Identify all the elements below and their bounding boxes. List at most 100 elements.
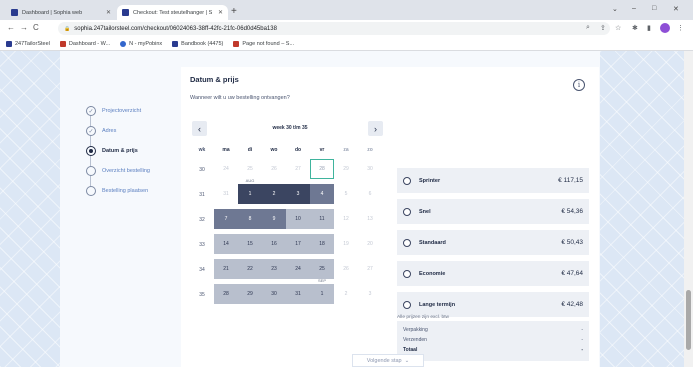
calendar-day[interactable]: 23: [262, 259, 286, 279]
calendar-day[interactable]: 15: [238, 234, 262, 254]
radio-button[interactable]: [403, 269, 411, 278]
search-icon[interactable]: ⌕: [586, 24, 590, 32]
step-projectoverzicht[interactable]: ✓ Projectoverzicht: [86, 101, 181, 121]
calendar-day-number: 8: [248, 216, 252, 222]
calendar-day[interactable]: 3: [286, 184, 310, 204]
extensions-icon[interactable]: ✱: [632, 24, 638, 32]
calendar-day-number: 29: [247, 291, 253, 297]
calendar-day[interactable]: 18: [310, 234, 334, 254]
next-step-label: Volgende stap: [366, 357, 402, 364]
shipping-option-name: Snel: [419, 208, 431, 215]
shipping-option-snel[interactable]: Snel € 54,36: [397, 199, 589, 224]
radio-button[interactable]: [403, 207, 411, 216]
star-icon[interactable]: ☆: [615, 24, 621, 32]
calendar-day[interactable]: 2: [262, 184, 286, 204]
calendar-day[interactable]: 28: [214, 284, 238, 304]
calendar-day[interactable]: 16: [262, 234, 286, 254]
step-bestelling-plaatsen[interactable]: Bestelling plaatsen: [86, 181, 181, 201]
week-number: 34: [199, 267, 205, 273]
calendar-day[interactable]: 28: [310, 159, 334, 179]
calendar-day-number: 25: [319, 266, 325, 272]
radio-button[interactable]: [403, 300, 411, 309]
radio-button[interactable]: [403, 176, 411, 185]
calendar-header-cell: wo: [270, 147, 278, 153]
bookmark-item[interactable]: Dashboard - W...: [59, 40, 110, 47]
calendar-day[interactable]: 11: [310, 209, 334, 229]
calendar-day-number: 1: [320, 291, 324, 297]
share-icon[interactable]: ⇪: [600, 24, 606, 32]
month-label: AUG: [245, 178, 255, 183]
calendar-day-number: 7: [224, 216, 228, 222]
calendar-day: 30: [358, 159, 382, 179]
calendar-day[interactable]: 1 SEP: [310, 278, 334, 304]
tab-close-icon[interactable]: ✕: [106, 9, 111, 16]
bookmark-icon: [59, 40, 66, 47]
shipping-option-standaard[interactable]: Standaard € 50,43: [397, 230, 589, 255]
calendar-day-number: 29: [343, 166, 349, 172]
calendar-day[interactable]: 9: [262, 209, 286, 229]
calendar-header-cell: do: [294, 147, 302, 153]
calendar-day[interactable]: 10: [286, 209, 310, 229]
calendar-day[interactable]: 21: [214, 259, 238, 279]
radio-button[interactable]: [403, 238, 411, 247]
scrollbar-thumb[interactable]: [686, 290, 691, 350]
calendar-day[interactable]: 29: [238, 284, 262, 304]
new-tab-button[interactable]: +: [231, 6, 237, 17]
calendar-day[interactable]: 1 AUG: [238, 178, 262, 204]
calendar-day[interactable]: 31: [286, 284, 310, 304]
calendar-day-number: 27: [295, 166, 301, 172]
calendar-day[interactable]: 17: [286, 234, 310, 254]
shipping-option-price: € 54,36: [561, 208, 583, 215]
maximize-button[interactable]: □: [652, 5, 656, 12]
bookmark-label: Page not found – S...: [242, 40, 295, 47]
tab-close-icon[interactable]: ✕: [218, 9, 223, 16]
lock-icon: 🔒: [64, 25, 71, 32]
shipping-option-name: Lange termijn: [419, 301, 456, 308]
calendar-day[interactable]: 25: [310, 259, 334, 279]
bookmark-item[interactable]: Page not found – S...: [233, 40, 295, 47]
calendar-next-button[interactable]: ›: [368, 121, 383, 136]
back-button[interactable]: ←: [7, 23, 15, 32]
menu-icon[interactable]: ⋮: [677, 24, 684, 32]
tab-search-icon[interactable]: ⌄: [612, 5, 618, 13]
favicon-icon: [122, 9, 129, 16]
calendar-day[interactable]: 30: [262, 284, 286, 304]
calendar-day-number: 9: [272, 216, 276, 222]
address-bar[interactable]: 🔒 sophia.247tailorsteel.com/checkout/060…: [58, 22, 610, 35]
forward-button[interactable]: →: [20, 23, 28, 32]
shipping-option-sprinter[interactable]: Sprinter € 117,15: [397, 168, 589, 193]
shipping-option-lange-termijn[interactable]: Lange termijn € 42,48: [397, 292, 589, 317]
calendar-day: 27: [358, 259, 382, 279]
step-adres[interactable]: ✓ Adres: [86, 121, 181, 141]
calendar-prev-button[interactable]: ‹: [192, 121, 207, 136]
calendar-week-row: 32 7 8 9 10 11 12 13: [190, 209, 382, 231]
step-datum-prijs[interactable]: Datum & prijs: [86, 141, 181, 161]
bookmark-label: N - myPobinx: [129, 40, 163, 47]
calendar-day[interactable]: 7: [214, 209, 238, 229]
sidebar-icon[interactable]: ▮: [647, 24, 651, 32]
chevron-down-icon: ⌄: [404, 357, 410, 364]
minimize-button[interactable]: ‒: [632, 5, 636, 12]
bookmark-item[interactable]: Bandbook (4475): [172, 40, 223, 47]
reload-button[interactable]: C: [33, 23, 39, 32]
calendar-day[interactable]: 22: [238, 259, 262, 279]
calendar-day: 5: [334, 184, 358, 204]
tab-dashboard[interactable]: Dashboard | Sophia web ✕: [6, 5, 116, 20]
calendar-day[interactable]: 14: [214, 234, 238, 254]
active-step-icon: [86, 146, 96, 156]
info-icon[interactable]: i: [573, 79, 585, 91]
calendar-day: 26: [262, 159, 286, 179]
step-label: Projectoverzicht: [102, 108, 142, 114]
calendar-day[interactable]: 8: [238, 209, 262, 229]
close-window-button[interactable]: ✕: [673, 5, 679, 13]
calendar-day[interactable]: 4: [310, 184, 334, 204]
profile-icon[interactable]: [660, 23, 670, 33]
bookmark-item[interactable]: N - myPobinx: [120, 40, 163, 47]
calendar-day[interactable]: 24: [286, 259, 310, 279]
step-label: Overzicht bestelling: [102, 168, 150, 174]
step-overzicht-bestelling[interactable]: Overzicht bestelling: [86, 161, 181, 181]
bookmark-item[interactable]: 247TailorSteel: [6, 40, 50, 47]
tab-checkout[interactable]: Checkout: Test steutelhanger | S ✕: [117, 5, 228, 20]
next-step-button[interactable]: Volgende stap ⌄: [352, 354, 424, 367]
shipping-option-economie[interactable]: Economie € 47,64: [397, 261, 589, 286]
